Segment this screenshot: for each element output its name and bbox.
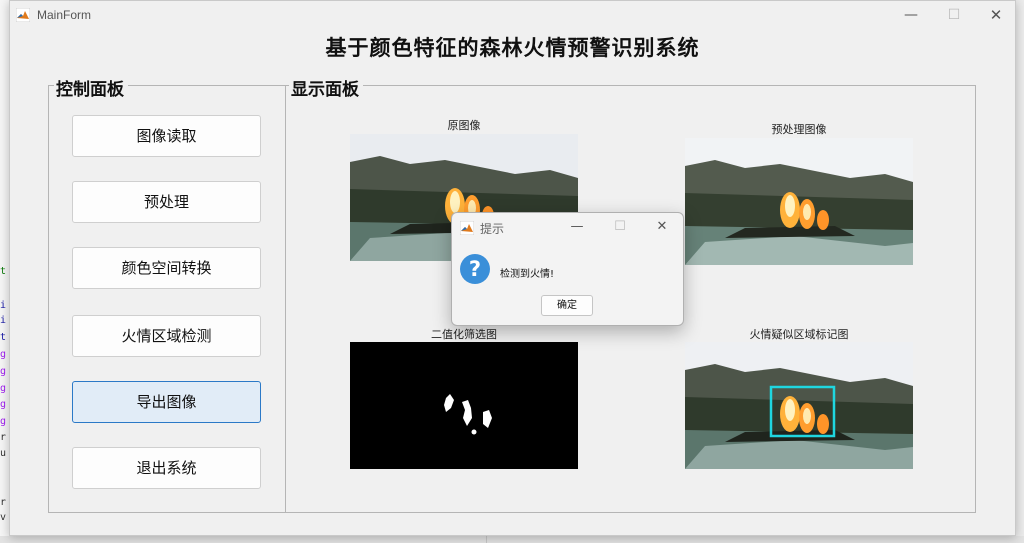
read-image-button[interactable]: 图像读取 <box>72 115 261 157</box>
alert-dialog: 提示 — ☐ ✕ ? 检测到火情! 确定 <box>451 212 684 326</box>
code-char: g <box>0 349 7 360</box>
code-char: g <box>0 416 7 427</box>
marked-image-label: 火情疑似区域标记图 <box>749 328 849 341</box>
code-char: i <box>0 300 7 311</box>
preprocessed-image-label: 预处理图像 <box>771 123 827 136</box>
color-space-convert-button[interactable]: 颜色空间转换 <box>72 247 261 289</box>
code-char: g <box>0 399 7 410</box>
code-char: r <box>0 432 7 443</box>
code-char: v <box>0 512 7 523</box>
binary-image <box>350 342 578 469</box>
dialog-maximize-button[interactable]: ☐ <box>610 218 630 236</box>
ok-button[interactable]: 确定 <box>541 295 593 316</box>
display-panel-title: 显示面板 <box>289 75 363 100</box>
question-icon: ? <box>460 254 490 284</box>
dialog-minimize-button[interactable]: — <box>567 218 587 236</box>
export-image-button[interactable]: 导出图像 <box>72 381 261 423</box>
page-title: 基于颜色特征的森林火情预警识别系统 <box>325 35 700 60</box>
code-char: r <box>0 497 7 508</box>
original-image-label: 原图像 <box>447 119 481 132</box>
exit-system-button[interactable]: 退出系统 <box>72 447 261 489</box>
maximize-button[interactable]: ☐ <box>939 5 969 25</box>
dialog-message: 检测到火情! <box>500 269 555 280</box>
code-char: u <box>0 448 7 459</box>
preprocess-button[interactable]: 预处理 <box>72 181 261 223</box>
close-button[interactable]: ✕ <box>981 5 1011 25</box>
dialog-close-button[interactable]: ✕ <box>652 218 672 236</box>
matlab-logo-icon <box>460 221 474 235</box>
marked-image <box>685 342 913 469</box>
dialog-title: 提示 <box>480 222 505 236</box>
background-statusbar <box>0 536 1024 543</box>
binary-image-label: 二值化筛选图 <box>431 328 497 341</box>
control-panel: 控制面板 图像读取 预处理 颜色空间转换 火情区域检测 导出图像 退出系统 <box>48 75 286 513</box>
code-char: t <box>0 266 7 277</box>
code-char: t <box>0 332 7 343</box>
window-title: MainForm <box>37 8 92 22</box>
matlab-logo-icon <box>16 8 30 22</box>
code-char: g <box>0 366 7 377</box>
fire-region-detect-button[interactable]: 火情区域检测 <box>72 315 261 357</box>
control-panel-title: 控制面板 <box>54 75 128 100</box>
code-char: g <box>0 383 7 394</box>
preprocessed-image <box>685 138 913 265</box>
minimize-button[interactable]: — <box>896 5 926 25</box>
title-bar[interactable]: MainForm — ☐ ✕ <box>10 1 1015 29</box>
code-char: i <box>0 315 7 326</box>
